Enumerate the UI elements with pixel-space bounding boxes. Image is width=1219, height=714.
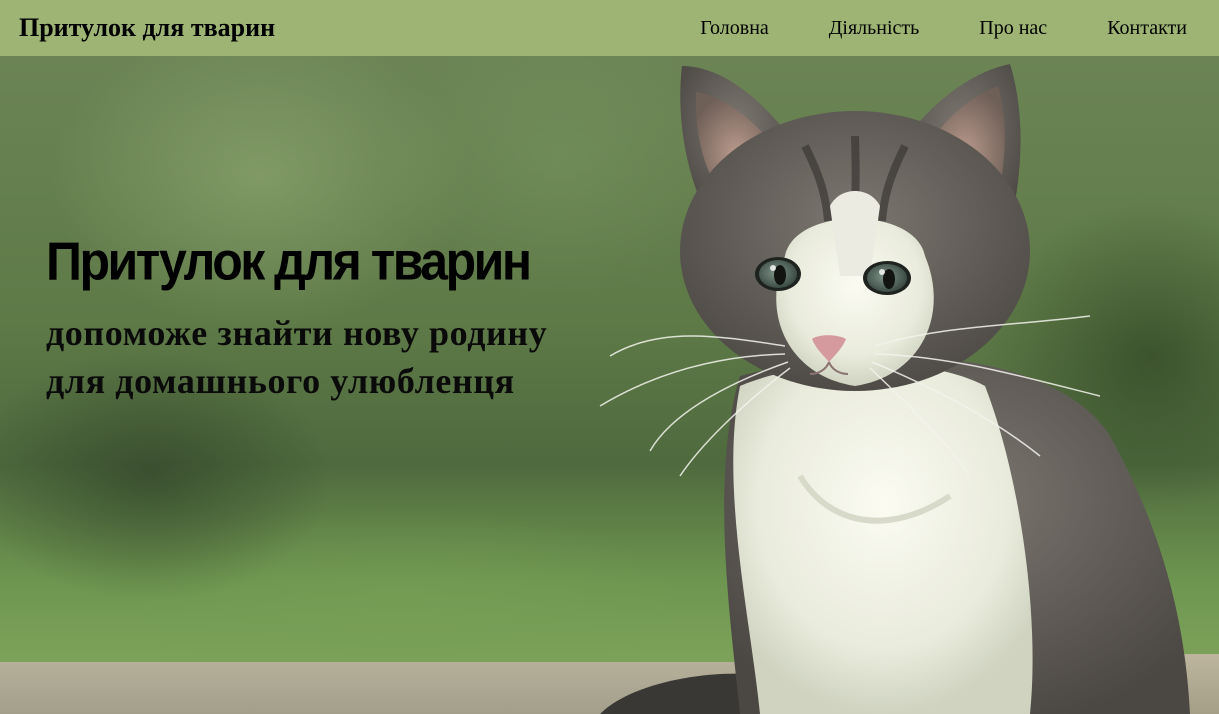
nav-link-contacts[interactable]: Контакти bbox=[1107, 17, 1187, 40]
hero-subtitle-line-2: для домашнього улюбленця bbox=[46, 361, 515, 401]
nav-link-activity[interactable]: Діяльність bbox=[829, 17, 920, 40]
kitten-photo bbox=[599, 64, 1190, 714]
navbar: Притулок для тварин Головна Діяльність П… bbox=[0, 0, 1219, 56]
hero-text-block: Притулок для тварин допоможе знайти нову… bbox=[46, 230, 547, 405]
hero-section: Притулок для тварин допоможе знайти нову… bbox=[0, 56, 1219, 714]
nav-link-home[interactable]: Головна bbox=[700, 17, 769, 40]
hero-title: Притулок для тварин bbox=[46, 230, 532, 292]
brand-link[interactable]: Притулок для тварин bbox=[19, 13, 275, 43]
hero-subtitle-line-1: допоможе знайти нову родину bbox=[46, 313, 548, 353]
nav-menu: Головна Діяльність Про нас Контакти bbox=[700, 0, 1187, 56]
nav-link-about[interactable]: Про нас bbox=[979, 17, 1047, 40]
hero-subtitle: допоможе знайти нову родину для домашньо… bbox=[46, 309, 547, 405]
